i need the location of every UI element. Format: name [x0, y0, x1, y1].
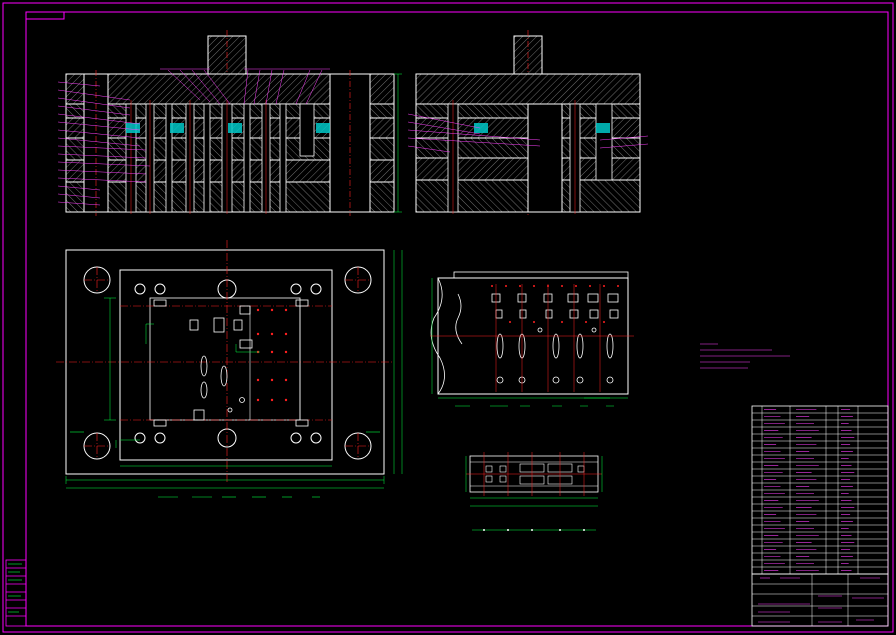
side-section-view — [407, 30, 649, 216]
upper-die-plan-view — [430, 271, 634, 407]
technical-notes — [700, 343, 790, 369]
cad-drawing-sheet — [2, 2, 894, 633]
lower-die-plan-view — [56, 240, 403, 498]
revision-strip — [5, 559, 27, 627]
strip-layout-view — [465, 452, 603, 531]
front-section-view — [57, 30, 402, 216]
title-block — [751, 405, 889, 627]
